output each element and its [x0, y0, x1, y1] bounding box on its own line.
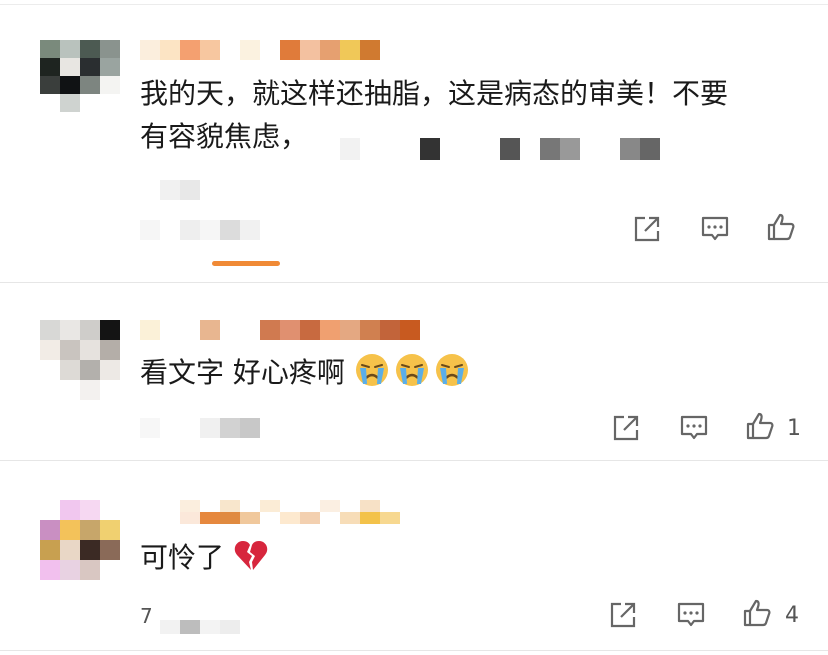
divider — [0, 460, 828, 461]
like-count: 1 — [787, 416, 801, 441]
loudly-crying-face-icon — [394, 352, 430, 388]
thumbs-up-icon — [767, 213, 795, 241]
share-icon — [610, 602, 636, 628]
timestamp — [140, 220, 260, 240]
broken-heart-icon — [233, 537, 269, 573]
share-icon — [613, 415, 639, 441]
comment-icon — [677, 602, 705, 627]
comment-text: 看文字 好心疼啊 — [140, 351, 474, 395]
comment-text: 可怜了 — [140, 536, 273, 580]
username[interactable] — [140, 40, 380, 60]
comment-icon — [701, 216, 729, 241]
thumbs-up-icon — [746, 412, 774, 440]
like-button[interactable] — [742, 598, 772, 628]
comment-text-line: 有容貌焦虑， — [140, 120, 309, 153]
username[interactable] — [160, 500, 420, 524]
comment-button[interactable] — [676, 600, 706, 630]
avatar[interactable] — [40, 500, 120, 580]
avatar[interactable] — [40, 40, 120, 112]
loudly-crying-face-icon — [434, 352, 470, 388]
avatar[interactable] — [40, 320, 120, 400]
timestamp — [160, 620, 240, 634]
username[interactable] — [140, 320, 420, 340]
share-button[interactable] — [611, 413, 641, 443]
share-button[interactable] — [608, 600, 638, 630]
top-border — [0, 0, 828, 5]
blurred-text — [340, 138, 660, 160]
comment-button[interactable] — [700, 214, 730, 244]
expand-replies-indicator[interactable] — [212, 261, 280, 266]
comment-icon — [680, 415, 708, 440]
share-button[interactable] — [632, 214, 662, 244]
comment-text-line: 我的天，就这样还抽脂，这是病态的审美！不要 — [140, 77, 729, 110]
like-button[interactable] — [745, 411, 775, 441]
divider — [0, 650, 828, 651]
comment-button[interactable] — [679, 413, 709, 443]
like-button[interactable] — [766, 212, 796, 242]
like-count: 4 — [785, 603, 799, 628]
comment-list: 我的天，就这样还抽脂，这是病态的审美！不要 有容貌焦虑， 看文字 好心疼啊 1 … — [0, 0, 828, 655]
loudly-crying-face-icon — [354, 352, 390, 388]
blurred-text — [160, 180, 200, 200]
thumbs-up-icon — [743, 599, 771, 627]
timestamp — [140, 418, 260, 438]
timestamp-prefix: 7 — [140, 604, 153, 628]
divider — [0, 282, 828, 283]
share-icon — [634, 216, 660, 242]
